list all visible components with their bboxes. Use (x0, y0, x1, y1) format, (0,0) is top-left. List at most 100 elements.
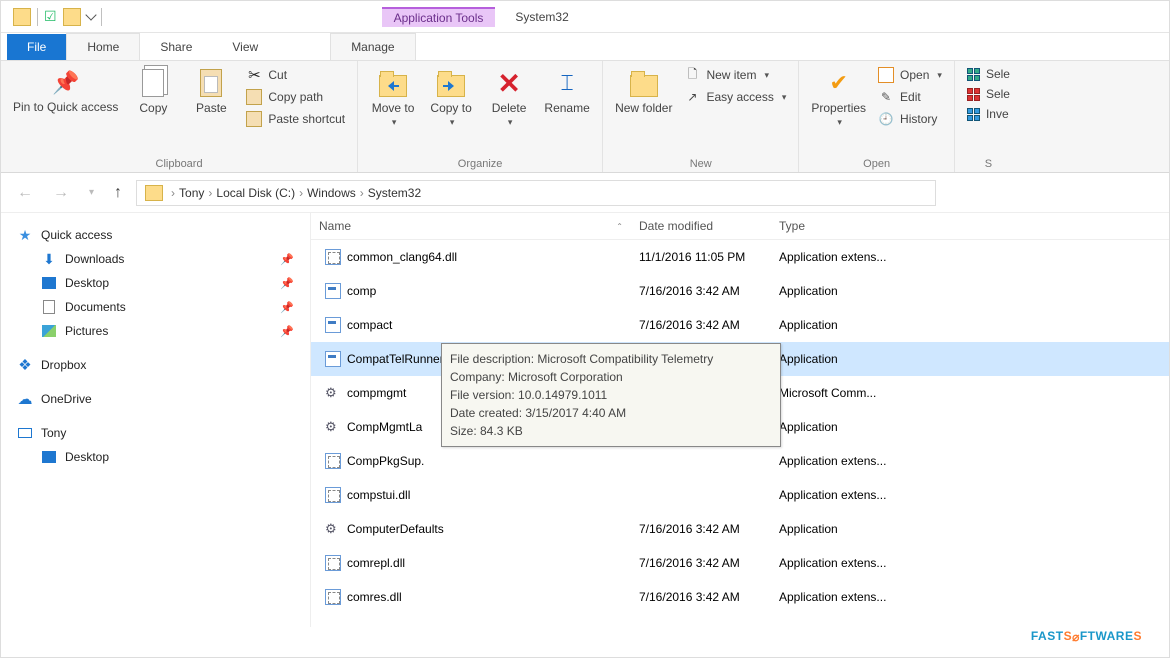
select-none-button[interactable]: Sele (967, 87, 1010, 101)
file-date: 7/16/2016 3:42 AM (631, 312, 771, 338)
sidebar-item-desktop2[interactable]: Desktop (15, 445, 296, 469)
file-type: Application extens... (771, 482, 1169, 508)
delete-label: Delete (492, 101, 527, 115)
new-folder-button[interactable]: New folder (615, 67, 672, 115)
file-date (631, 455, 771, 467)
sidebar-label: Documents (65, 300, 126, 314)
group-label: Open (863, 156, 890, 170)
copy-to-button[interactable]: Copy to▾ (428, 67, 474, 128)
scissors-icon: ✂ (246, 67, 262, 83)
copy-path-label: Copy path (268, 90, 323, 104)
sidebar-item-quick-access[interactable]: Quick access (15, 223, 296, 247)
select-none-icon (967, 88, 980, 101)
file-name: common_clang64.dll (347, 250, 457, 264)
new-item-icon: 🗋 (684, 67, 700, 83)
select-all-button[interactable]: Sele (967, 67, 1010, 81)
tab-manage[interactable]: Manage (330, 33, 415, 60)
up-button[interactable]: ↑ (108, 180, 128, 206)
ribbon-group-organize: Move to▾ Copy to▾ ✕ Delete▾ ⌶ Rename Org… (358, 61, 603, 172)
folder-icon (437, 75, 465, 97)
folder-icon (379, 75, 407, 97)
qat-dropdown-icon[interactable] (85, 9, 96, 20)
tab-share[interactable]: Share (140, 34, 212, 60)
column-header-date[interactable]: Date modified (631, 213, 771, 239)
copy-path-button[interactable]: Copy path (246, 89, 345, 105)
sidebar-item-documents[interactable]: Documents📌 (15, 295, 296, 319)
tab-home[interactable]: Home (66, 33, 140, 60)
qat-newfolder-icon[interactable] (63, 8, 81, 26)
file-row[interactable]: common_clang64.dll11/1/2016 11:05 PMAppl… (311, 240, 1169, 274)
file-type: Application (771, 346, 1169, 372)
breadcrumb-seg[interactable]: Windows (307, 186, 356, 200)
properties-button[interactable]: ✔ Properties▾ (811, 67, 866, 128)
main: Quick access Downloads📌 Desktop📌 Documen… (1, 213, 1169, 627)
file-type: Application (771, 278, 1169, 304)
column-header-name[interactable]: Name⌃ (311, 213, 631, 239)
paste-button[interactable]: Paste (188, 67, 234, 115)
onedrive-icon (17, 391, 33, 407)
sidebar-label: Dropbox (41, 358, 86, 372)
new-item-button[interactable]: 🗋New item▾ (684, 67, 786, 83)
rename-button[interactable]: ⌶ Rename (544, 67, 590, 115)
clipboard-icon (246, 111, 262, 127)
tab-view[interactable]: View (212, 34, 278, 60)
breadcrumb-sep: › (171, 186, 175, 200)
tooltip-line: Date created: 3/15/2017 4:40 AM (450, 404, 772, 422)
file-row[interactable]: compstui.dll Application extens... (311, 478, 1169, 512)
qat-properties-icon[interactable]: ☑ (44, 8, 57, 25)
document-icon (43, 300, 55, 314)
file-row[interactable]: comrepl.dll7/16/2016 3:42 AMApplication … (311, 546, 1169, 580)
back-button[interactable]: ← (11, 180, 39, 206)
move-to-button[interactable]: Move to▾ (370, 67, 416, 128)
forward-button[interactable]: → (47, 180, 75, 206)
history-button[interactable]: History (878, 111, 942, 127)
sidebar-item-downloads[interactable]: Downloads📌 (15, 247, 296, 271)
ribbon-tabs: File Home Share View Manage (1, 33, 1169, 61)
file-type-icon (325, 453, 341, 469)
file-type: Application extens... (771, 448, 1169, 474)
file-row[interactable]: ComputerDefaults7/16/2016 3:42 AMApplica… (311, 512, 1169, 546)
rename-icon: ⌶ (551, 67, 583, 99)
recent-dropdown[interactable]: ▾ (83, 183, 100, 202)
edit-label: Edit (900, 90, 921, 104)
sidebar-item-this-pc[interactable]: Tony (15, 421, 296, 445)
easy-access-button[interactable]: ↗Easy access▾ (684, 89, 786, 105)
sidebar-item-pictures[interactable]: Pictures📌 (15, 319, 296, 343)
file-row[interactable]: compact7/16/2016 3:42 AMApplication (311, 308, 1169, 342)
breadcrumb-seg[interactable]: Local Disk (C:) (216, 186, 295, 200)
invert-icon (967, 108, 980, 121)
file-row[interactable]: comp7/16/2016 3:42 AMApplication (311, 274, 1169, 308)
file-name: compstui.dll (347, 488, 410, 502)
edit-button[interactable]: Edit (878, 89, 942, 105)
sidebar-item-desktop[interactable]: Desktop📌 (15, 271, 296, 295)
open-button[interactable]: Open▾ (878, 67, 942, 83)
breadcrumb-seg[interactable]: Tony (179, 186, 204, 200)
file-row[interactable]: CompPkgSup.Application extens... (311, 444, 1169, 478)
copy-button[interactable]: Copy (130, 67, 176, 115)
column-header-type[interactable]: Type (771, 213, 1169, 239)
tab-file[interactable]: File (7, 34, 66, 60)
navigation-bar: ← → ▾ ↑ › Tony › Local Disk (C:) › Windo… (1, 173, 1169, 213)
file-type-icon (325, 385, 341, 401)
delete-button[interactable]: ✕ Delete▾ (486, 67, 532, 128)
paste-shortcut-button[interactable]: Paste shortcut (246, 111, 345, 127)
breadcrumb[interactable]: › Tony › Local Disk (C:) › Windows › Sys… (136, 180, 936, 206)
file-type-icon (325, 589, 341, 605)
cut-label: Cut (268, 68, 287, 82)
group-label: S (985, 156, 992, 170)
pin-to-quick-access-button[interactable]: 📌 Pin to Quick access (13, 67, 118, 114)
breadcrumb-seg[interactable]: System32 (368, 186, 421, 200)
file-date (631, 489, 771, 501)
x-icon: ✕ (493, 67, 525, 99)
invert-selection-button[interactable]: Inve (967, 107, 1010, 121)
sidebar-item-onedrive[interactable]: OneDrive (15, 387, 296, 411)
pin-icon: 📌 (280, 253, 294, 266)
cut-button[interactable]: ✂ Cut (246, 67, 345, 83)
sidebar-item-dropbox[interactable]: Dropbox (15, 353, 296, 377)
file-tooltip: File description: Microsoft Compatibilit… (441, 343, 781, 447)
copy-to-label: Copy to (430, 101, 471, 115)
group-label: New (690, 156, 712, 170)
file-row[interactable]: comres.dll7/16/2016 3:42 AMApplication e… (311, 580, 1169, 614)
select-label: Sele (986, 67, 1010, 81)
col-label: Name (319, 219, 351, 233)
